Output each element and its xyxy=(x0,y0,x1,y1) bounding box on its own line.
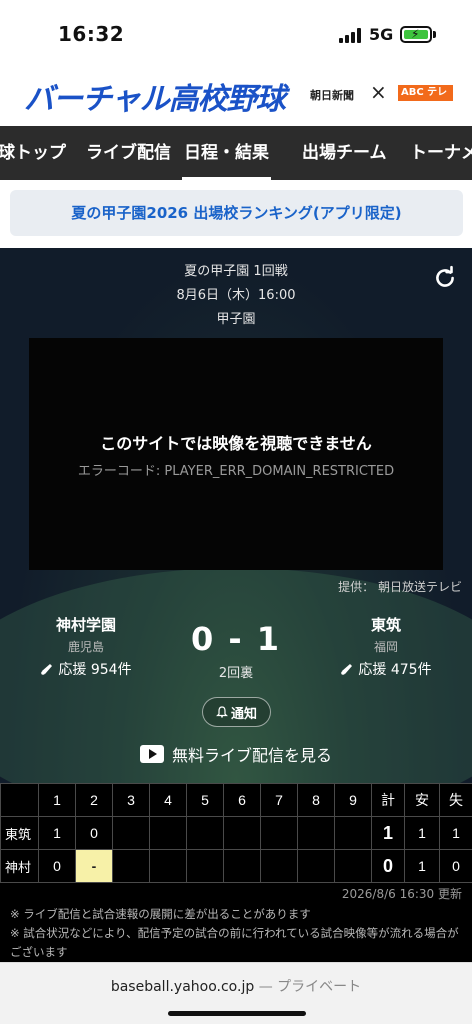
team-home[interactable]: 神村学園 鹿児島 応援 954件 xyxy=(16,614,156,679)
team-home-name: 神村学園 xyxy=(55,616,116,634)
team-home-prefecture: 鹿児島 xyxy=(67,640,104,654)
game-inning: 2回裏 xyxy=(218,666,254,681)
note-line: ※ 試合状況などにより、配信予定の試合の前に行われている試合映像等が流れる場合が… xyxy=(10,926,459,959)
total-cell: 0 xyxy=(371,849,405,883)
header-inning-7: 7 xyxy=(260,783,298,817)
live-stream-link[interactable]: 無料ライブ配信を見る xyxy=(0,742,472,766)
video-player[interactable]: このサイトでは映像を視聴できません エラーコード: PLAYER_ERR_DOM… xyxy=(29,338,443,570)
header-inning-6: 6 xyxy=(223,783,261,817)
signal-icon xyxy=(339,28,363,43)
nav-item-tournament[interactable]: トーナメ xyxy=(410,126,472,180)
header-inning-2: 2 xyxy=(75,783,113,817)
inning-cell: 0 xyxy=(38,849,76,883)
inning-cell xyxy=(223,816,261,850)
header-inning-4: 4 xyxy=(149,783,187,817)
header-total: 計 xyxy=(371,783,405,817)
inning-cell xyxy=(149,849,187,883)
header-inning-9: 9 xyxy=(334,783,372,817)
errors-cell: 0 xyxy=(439,849,472,883)
video-provider: 提供： 朝日放送テレビ xyxy=(338,580,462,594)
hits-cell: 1 xyxy=(404,849,440,883)
network-label: 5G xyxy=(369,25,394,44)
current-inning-cell: - xyxy=(75,849,113,883)
inning-cell: 0 xyxy=(75,816,113,850)
partner-separator: × xyxy=(370,80,387,104)
inning-cell xyxy=(149,816,187,850)
inning-cell xyxy=(223,849,261,883)
scoreboard-header: 1 2 3 4 5 6 7 8 9 計 安 失 xyxy=(0,783,472,817)
game-datetime: 8月6日（木）16:00 xyxy=(176,288,296,303)
nav-item-teams[interactable]: 出場チーム xyxy=(302,126,387,180)
notify-label: 通知 xyxy=(230,706,257,722)
header-inning-3: 3 xyxy=(112,783,150,817)
team-away-cheer[interactable]: 応援 475件 xyxy=(316,659,456,679)
url-privacy-label: プライベート xyxy=(277,979,362,995)
site-logo[interactable]: バーチャル高校野球 xyxy=(24,74,286,118)
nav-item-live[interactable]: ライブ配信 xyxy=(86,126,171,180)
team-away-name: 東筑 xyxy=(370,616,401,634)
game-round: 夏の甲子園 1回戦 xyxy=(184,264,288,279)
notes-text: ※ ライブ配信と試合速報の展開に差が出ることがあります ※ 試合状況などにより、… xyxy=(10,905,465,962)
play-icon xyxy=(139,745,164,763)
game-score: 0 - 1 xyxy=(190,620,282,658)
scoreboard-table: 1 2 3 4 5 6 7 8 9 計 安 失 東筑 1 0 1 1 1 神村 … xyxy=(0,783,472,883)
header-inning-8: 8 xyxy=(297,783,335,817)
partner-abc-logo: ABC テレビ xyxy=(398,85,453,114)
inning-cell: 1 xyxy=(38,816,76,850)
header-inning-1: 1 xyxy=(38,783,76,817)
scoreboard: 1 2 3 4 5 6 7 8 9 計 安 失 東筑 1 0 1 1 1 神村 … xyxy=(0,783,472,883)
bell-icon xyxy=(216,706,228,718)
notes-section: 2026/8/6 16:30 更新 ※ ライブ配信と試合速報の展開に差が出ること… xyxy=(0,883,472,973)
inning-cell xyxy=(297,849,335,883)
total-cell: 1 xyxy=(371,816,405,850)
inning-cell xyxy=(186,816,224,850)
inning-cell xyxy=(112,816,150,850)
header-hits: 安 xyxy=(404,783,440,817)
nav-item-schedule[interactable]: 日程・結果 xyxy=(182,126,271,180)
note-line: ※ ライブ配信と試合速報の展開に差が出ることがあります xyxy=(10,907,311,921)
header-errors: 失 xyxy=(439,783,472,817)
inning-cell xyxy=(334,849,372,883)
game-venue: 甲子園 xyxy=(216,312,256,327)
browser-url-bar[interactable]: baseball.yahoo.co.jp — プライベート xyxy=(0,962,472,1024)
team-away-prefecture: 福岡 xyxy=(373,640,398,654)
ranking-banner[interactable]: 夏の甲子園2026 出場校ランキング(アプリ限定) xyxy=(10,190,463,236)
home-indicator[interactable] xyxy=(168,1011,306,1016)
table-row: 神村 0 - 0 1 0 xyxy=(0,849,472,883)
video-message: このサイトでは映像を視聴できません xyxy=(100,434,372,453)
scoreboard-updated: 2026/8/6 16:30 更新 xyxy=(341,887,462,901)
inning-cell xyxy=(297,816,335,850)
row-team: 神村 xyxy=(0,849,39,883)
nav-item-top[interactable]: 球トップ xyxy=(0,126,66,180)
header-inning-5: 5 xyxy=(186,783,224,817)
main-nav: 球トップ ライブ配信 日程・結果 出場チーム トーナメ xyxy=(0,126,472,180)
hits-cell: 1 xyxy=(404,816,440,850)
team-home-cheer[interactable]: 応援 954件 xyxy=(16,659,156,679)
megaphone-icon xyxy=(341,664,353,675)
video-error-code: エラーコード: PLAYER_ERR_DOMAIN_RESTRICTED xyxy=(77,464,395,479)
refresh-icon[interactable] xyxy=(432,265,458,291)
status-time: 16:32 xyxy=(58,22,125,46)
inning-cell xyxy=(334,816,372,850)
url-domain: baseball.yahoo.co.jp xyxy=(110,979,255,995)
inning-cell xyxy=(260,816,298,850)
url-separator: — xyxy=(258,979,273,995)
megaphone-icon xyxy=(41,664,53,675)
inning-cell xyxy=(260,849,298,883)
banner-area: 夏の甲子園2026 出場校ランキング(アプリ限定) xyxy=(0,180,472,248)
errors-cell: 1 xyxy=(439,816,472,850)
game-panel: 夏の甲子園 1回戦 8月6日（木）16:00 甲子園 このサイトでは映像を視聴で… xyxy=(0,248,472,783)
status-bar: 16:32 5G ⚡ xyxy=(0,0,472,68)
team-away[interactable]: 東筑 福岡 応援 475件 xyxy=(316,614,456,679)
partner-asahi-logo: 朝日新聞 xyxy=(310,89,354,102)
site-header: バーチャル高校野球 朝日新聞 × ABC テレビ xyxy=(0,68,472,126)
live-stream-label: 無料ライブ配信を見る xyxy=(171,746,332,765)
table-row: 東筑 1 0 1 1 1 xyxy=(0,816,472,850)
battery-icon: ⚡ xyxy=(400,26,432,43)
inning-cell xyxy=(112,849,150,883)
row-team: 東筑 xyxy=(0,816,39,850)
url-text[interactable]: baseball.yahoo.co.jp — プライベート xyxy=(0,976,472,996)
notify-button[interactable]: 通知 xyxy=(202,697,271,727)
inning-cell xyxy=(186,849,224,883)
